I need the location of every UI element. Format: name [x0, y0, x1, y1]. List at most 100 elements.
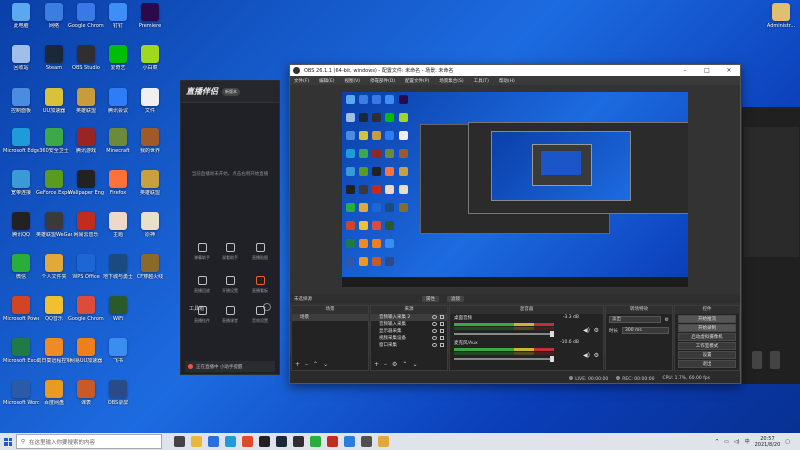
- desktop-icon[interactable]: WPS Office: [69, 254, 103, 294]
- maximize-button[interactable]: □: [696, 65, 718, 76]
- desktop-icon[interactable]: 我的世界: [133, 128, 167, 168]
- desktop-icon[interactable]: CF穿越火线: [133, 254, 167, 294]
- clock[interactable]: 20:57 2021/8/20: [755, 436, 781, 448]
- move-up-button[interactable]: ⌃: [402, 361, 407, 368]
- sources-dock[interactable]: 来源 音频输入采集 2 音频输入采集 显示器采集 视频采集设备 窗口采集 + – ⚙ ⌃…: [370, 305, 448, 371]
- slider-knob[interactable]: [550, 356, 554, 362]
- desktop-icon[interactable]: 此电脑: [4, 3, 38, 43]
- transitions-dock[interactable]: 转场特效 淡出 ⚙ 时长 300 ms: [605, 305, 673, 371]
- store-icon[interactable]: [208, 436, 219, 447]
- gear-icon[interactable]: ⚙: [594, 327, 599, 334]
- obs-window[interactable]: OBS 26.1.1 (64-bit, windows) - 配置文件: 未命名…: [289, 64, 741, 384]
- desktop-icon[interactable]: 控制面板: [4, 88, 38, 128]
- desktop-icon[interactable]: 小白菜: [133, 45, 167, 85]
- background-window[interactable]: [741, 107, 800, 384]
- menu-item[interactable]: 编辑(E): [319, 78, 334, 84]
- network-icon[interactable]: ▭: [724, 439, 729, 445]
- menu-item[interactable]: 停靠部件(D): [370, 78, 395, 84]
- desktop-icon[interactable]: Microsoft Edge: [3, 128, 39, 168]
- desktop-icon[interactable]: UU加速器: [37, 88, 71, 128]
- desktop-icon[interactable]: GeForce Experience: [36, 170, 72, 210]
- desktop-icon[interactable]: 个人文件夹: [37, 254, 71, 294]
- desktop-icon[interactable]: Microsoft Word 2010: [3, 380, 39, 420]
- menu-item[interactable]: 文件(F): [294, 78, 309, 84]
- source-settings-icon[interactable]: ⚙: [392, 361, 397, 368]
- close-button[interactable]: ✕: [718, 65, 740, 76]
- desktop-icon[interactable]: 宽带连接: [4, 170, 38, 210]
- desktop-icon[interactable]: 飞书: [101, 338, 135, 378]
- assistant-footer[interactable]: 正在直播中 小助手提醒: [185, 361, 275, 372]
- control-button[interactable]: 退出: [678, 360, 736, 368]
- controls-dock[interactable]: 控件 开始推流 开始录制 启动虚拟摄像机 工作室模式 设置 退出: [674, 305, 740, 371]
- speaker-icon[interactable]: ◀): [583, 327, 590, 334]
- tool-item[interactable]: 直播回放: [189, 276, 215, 294]
- desktop-icon[interactable]: QQ音乐: [37, 296, 71, 336]
- scene-item[interactable]: 场景: [292, 314, 368, 321]
- tool-item[interactable]: 开播设置: [217, 276, 243, 294]
- desktop-icon[interactable]: Google Chrome: [68, 296, 104, 336]
- visibility-eye-icon[interactable]: [432, 315, 437, 319]
- source-item[interactable]: 显示器采集: [371, 328, 447, 335]
- move-down-button[interactable]: ⌄: [323, 361, 328, 368]
- desktop-icon[interactable]: 英雄联盟: [133, 170, 167, 210]
- desktop-icon[interactable]: 原神: [133, 212, 167, 252]
- steam-icon[interactable]: [276, 436, 287, 447]
- control-button[interactable]: 开始录制: [678, 324, 736, 332]
- control-button[interactable]: 设置: [678, 351, 736, 359]
- desktop-icon[interactable]: 腾讯会议: [101, 88, 135, 128]
- move-up-button[interactable]: ⌃: [313, 361, 318, 368]
- desktop-icon[interactable]: 网易UU加速器: [69, 338, 103, 378]
- lock-icon[interactable]: [440, 343, 444, 347]
- desktop-icon[interactable]: 回收站: [4, 45, 38, 85]
- control-button[interactable]: 启动虚拟摄像机: [678, 333, 736, 341]
- desktop-icon[interactable]: 微信: [4, 254, 38, 294]
- volume-slider[interactable]: [454, 331, 554, 337]
- desktop-icon[interactable]: Google Chrome: [68, 3, 104, 43]
- scenes-dock[interactable]: 场景 场景 + – ⌃ ⌄: [291, 305, 369, 371]
- control-button[interactable]: 工作室模式: [678, 342, 736, 350]
- slider-knob[interactable]: [550, 331, 554, 337]
- lock-icon[interactable]: [440, 329, 444, 333]
- desktop-icon[interactable]: Microsoft Excel: [3, 338, 39, 378]
- desktop-icon[interactable]: WiFi: [101, 296, 135, 336]
- add-scene-button[interactable]: +: [295, 361, 300, 368]
- folder-icon[interactable]: [378, 436, 389, 447]
- tool-item[interactable]: 直播挂件: [189, 306, 215, 324]
- desktop-icon[interactable]: 网络: [37, 3, 71, 43]
- tool-item[interactable]: 观看助手: [217, 243, 243, 261]
- volume-slider[interactable]: [454, 356, 554, 362]
- language-indicator[interactable]: 中: [745, 438, 750, 445]
- source-item[interactable]: 音频输入采集 2: [371, 314, 447, 321]
- live-assistant-window[interactable]: 直播伴侣 新版本 当前直播尚未开始，点击右侧开始直播 工具箱 … 弹幕助手 观看助…: [180, 80, 280, 375]
- desktop-icon[interactable]: 文件: [133, 88, 167, 128]
- desktop-icon[interactable]: 网易云音乐: [69, 212, 103, 252]
- desktop-icon[interactable]: OBS录屏: [101, 380, 135, 420]
- properties-tab[interactable]: 属性: [422, 295, 439, 302]
- desktop-icon[interactable]: 360安全卫士: [37, 128, 71, 168]
- edge-icon[interactable]: [225, 436, 236, 447]
- desktop-icon[interactable]: 钉钉: [101, 3, 135, 43]
- tool-item[interactable]: 直播贴图: [247, 243, 273, 261]
- minimize-button[interactable]: –: [674, 65, 696, 76]
- chrome-icon[interactable]: [242, 436, 253, 447]
- mixer-dock[interactable]: 混音器 桌面音频 -3.3 dB ◀) ⚙ 麦克风/Aux -10.6 dB ◀) ⚙: [449, 305, 604, 371]
- lock-icon[interactable]: [440, 315, 444, 319]
- desktop-icon[interactable]: 百度网盘: [37, 380, 71, 420]
- desktop-icon[interactable]: 英雄联盟WeGame: [36, 212, 72, 252]
- remove-scene-button[interactable]: –: [305, 361, 308, 368]
- lock-icon[interactable]: [440, 322, 444, 326]
- wechat-icon[interactable]: [310, 436, 321, 447]
- move-down-button[interactable]: ⌄: [412, 361, 417, 368]
- visibility-eye-icon[interactable]: [432, 336, 437, 340]
- desktop-icon[interactable]: Steam: [37, 45, 71, 85]
- menu-item[interactable]: 配置文件(P): [405, 78, 429, 84]
- desktop-icon[interactable]: Firefox: [101, 170, 135, 210]
- source-item[interactable]: 音频输入采集: [371, 321, 447, 328]
- filters-tab[interactable]: 滤镜: [447, 295, 464, 302]
- chevron-up-icon[interactable]: ^: [715, 439, 719, 445]
- mail-icon[interactable]: [344, 436, 355, 447]
- desktop-icon[interactable]: OBS Studio: [69, 45, 103, 85]
- obs-icon[interactable]: [293, 436, 304, 447]
- desktop-icon[interactable]: Minecraft: [101, 128, 135, 168]
- obs-titlebar[interactable]: OBS 26.1.1 (64-bit, windows) - 配置文件: 未命名…: [290, 65, 740, 76]
